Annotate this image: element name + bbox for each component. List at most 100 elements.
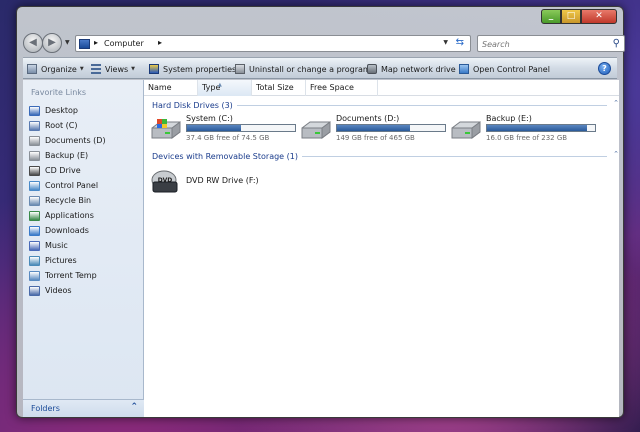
views-button[interactable]: Views ▼	[91, 63, 135, 75]
group-title-removable: Devices with Removable Storage (1)	[152, 151, 298, 161]
right-border	[617, 80, 623, 417]
column-header-free-space[interactable]: Free Space	[306, 80, 378, 96]
drive-item-1[interactable]: Documents (D:) 149 GB free of 465 GB	[300, 114, 450, 144]
favorite-links-list: Desktop Root (C) Documents (D) Backup (E) CD…	[29, 103, 106, 298]
map-network-drive-button[interactable]: Map network drive	[367, 63, 456, 75]
drive-free-space: 149 GB free of 465 GB	[336, 134, 415, 142]
breadcrumb-separator-icon[interactable]: ▸	[158, 38, 162, 47]
drive-item-0[interactable]: System (C:) 37.4 GB free of 74.5 GB	[150, 114, 300, 144]
organize-button[interactable]: Organize ▼	[27, 63, 84, 75]
search-box[interactable]: ⚲	[477, 35, 625, 52]
open-control-panel-label: Open Control Panel	[473, 64, 550, 74]
sidebar-item-backup-e[interactable]: Backup (E)	[29, 148, 106, 163]
sidebar-item-label: Desktop	[45, 106, 78, 115]
drive-free-space: 16.0 GB free of 232 GB	[486, 134, 568, 142]
sidebar-item-label: Root (C)	[45, 121, 78, 130]
pictures-icon	[29, 255, 40, 266]
drive-name: Backup (E:)	[486, 114, 532, 123]
group-header-hard-disks[interactable]: Hard Disk Drives (3) ⌃	[152, 99, 619, 111]
sidebar-item-documents-d[interactable]: Documents (D)	[29, 133, 106, 148]
search-icon[interactable]: ⚲	[613, 38, 620, 49]
maximize-button[interactable]: □	[561, 9, 581, 24]
sidebar-item-applications[interactable]: Applications	[29, 208, 106, 223]
refresh-icon[interactable]: ⇆	[456, 37, 464, 48]
breadcrumb-computer[interactable]: Computer	[104, 39, 144, 48]
computer-icon	[79, 39, 90, 49]
system-properties-button[interactable]: System properties	[149, 63, 236, 75]
column-header-type[interactable]: Type ▲	[198, 80, 252, 96]
drive-icon	[29, 150, 40, 161]
sidebar-item-root-c[interactable]: Root (C)	[29, 118, 106, 133]
sidebar-item-label: Backup (E)	[45, 151, 89, 160]
recent-pages-dropdown-icon[interactable]: ▼	[65, 39, 70, 46]
sidebar-item-label: CD Drive	[45, 166, 81, 175]
folders-toggle[interactable]: Folders ⌃	[23, 399, 144, 417]
group-title-hard-disks: Hard Disk Drives (3)	[152, 100, 233, 110]
dvd-drive-icon: DVD	[151, 170, 178, 193]
dvd-label: DVD	[158, 177, 173, 184]
search-input[interactable]	[482, 38, 602, 50]
breadcrumb-separator-icon[interactable]: ▸	[94, 38, 98, 47]
system-properties-icon	[149, 64, 159, 74]
sidebar-item-torrent-temp[interactable]: Torrent Temp	[29, 268, 106, 283]
chevron-down-icon: ▼	[79, 66, 84, 72]
desktop-icon	[29, 105, 40, 116]
drive-usage-fill	[187, 125, 241, 131]
title-bar[interactable]: _ □ ✕	[17, 7, 623, 29]
sidebar-item-pictures[interactable]: Pictures	[29, 253, 106, 268]
views-label: Views	[105, 64, 129, 74]
sidebar-item-label: Recycle Bin	[45, 196, 92, 205]
music-icon	[29, 240, 40, 251]
sidebar-item-label: Documents (D)	[45, 136, 106, 145]
network-drive-icon	[367, 64, 377, 74]
navigation-pane: Favorite Links Desktop Root (C) Documents …	[23, 80, 144, 417]
navigation-bar: ◀ ▶ ▼ ▸ Computer ▸ ▼ ⇆ ⚲	[23, 31, 625, 55]
organize-label: Organize	[41, 64, 77, 74]
drive-usage-bar	[336, 124, 446, 132]
system-properties-label: System properties	[163, 64, 237, 74]
address-dropdown-icon[interactable]: ▼	[443, 39, 448, 46]
sidebar-item-label: Videos	[45, 286, 72, 295]
drive-item-2[interactable]: Backup (E:) 16.0 GB free of 232 GB	[450, 114, 600, 144]
close-button[interactable]: ✕	[581, 9, 617, 24]
drive-name: Documents (D:)	[336, 114, 400, 123]
hard-drive-icon	[151, 119, 181, 139]
sidebar-item-videos[interactable]: Videos	[29, 283, 106, 298]
favorite-links-title: Favorite Links	[31, 88, 87, 97]
sidebar-item-label: Control Panel	[45, 181, 99, 190]
address-bar[interactable]: ▸ Computer ▸ ▼ ⇆	[75, 35, 471, 52]
file-list-pane: Name Type ▲ Total Size Free Space Hard D…	[144, 80, 619, 417]
hard-drive-icon	[301, 121, 331, 139]
open-control-panel-button[interactable]: Open Control Panel	[459, 63, 550, 75]
sidebar-item-downloads[interactable]: Downloads	[29, 223, 106, 238]
drive-item-dvd[interactable]: DVD DVD RW Drive (F:)	[150, 168, 290, 198]
forward-button[interactable]: ▶	[42, 33, 62, 53]
chevron-down-icon: ▼	[131, 66, 136, 72]
sidebar-item-control-panel[interactable]: Control Panel	[29, 178, 106, 193]
drive-name: System (C:)	[186, 114, 233, 123]
control-panel-icon	[459, 64, 469, 74]
help-icon[interactable]: ?	[598, 62, 611, 75]
downloads-icon	[29, 225, 40, 236]
sidebar-item-cd-drive[interactable]: CD Drive	[29, 163, 106, 178]
minimize-button[interactable]: _	[541, 9, 561, 24]
sort-ascending-icon: ▲	[218, 82, 222, 88]
sidebar-item-desktop[interactable]: Desktop	[29, 103, 106, 118]
back-button[interactable]: ◀	[23, 33, 43, 53]
drive-icon	[29, 135, 40, 146]
sidebar-item-music[interactable]: Music	[29, 238, 106, 253]
command-toolbar: Organize ▼ Views ▼ System properties Uni…	[23, 57, 617, 79]
sidebar-item-label: Downloads	[45, 226, 89, 235]
column-header-total-size[interactable]: Total Size	[252, 80, 306, 96]
hard-drive-icon	[451, 121, 481, 139]
folder-icon	[29, 270, 40, 281]
sidebar-item-label: Pictures	[45, 256, 77, 265]
chevron-up-icon[interactable]: ⌃	[130, 402, 138, 412]
organize-icon	[27, 64, 37, 74]
group-header-removable[interactable]: Devices with Removable Storage (1) ⌃	[152, 150, 619, 162]
sidebar-item-recycle-bin[interactable]: Recycle Bin	[29, 193, 106, 208]
uninstall-program-button[interactable]: Uninstall or change a program	[235, 63, 371, 75]
videos-icon	[29, 285, 40, 296]
drive-free-space: 37.4 GB free of 74.5 GB	[186, 134, 270, 142]
column-header-name[interactable]: Name	[144, 80, 198, 96]
